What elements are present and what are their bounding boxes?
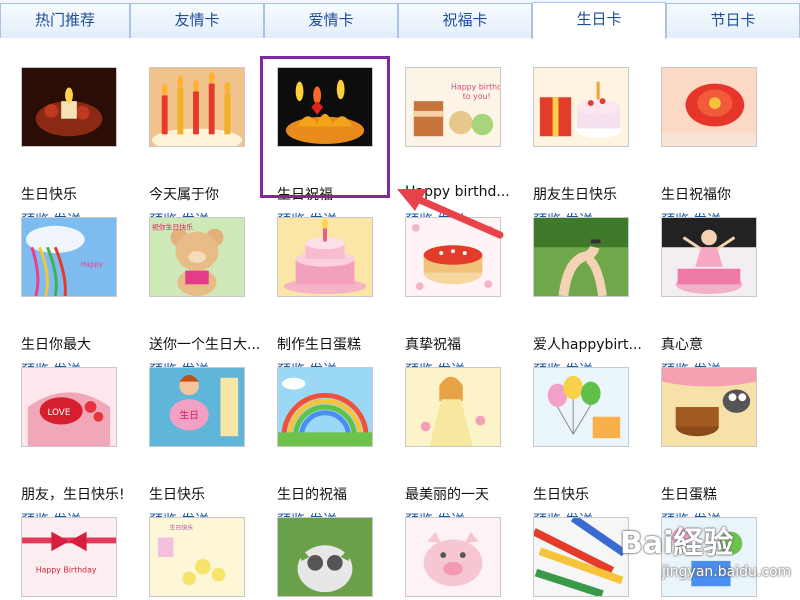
card-thumbnail[interactable]: 生日快乐 [149,517,245,597]
card-title: 生日祝福你 [661,187,731,203]
svg-text:Happy Birthday: Happy Birthday [36,566,97,575]
card-thumbnail[interactable] [405,517,501,597]
card-title: 生日蛋糕 [661,487,717,503]
card-thumbnail[interactable] [533,217,629,297]
card-title: 朋友，生日快乐! [21,487,125,503]
card-thumbnail[interactable] [277,67,373,147]
tab-friendship[interactable]: 友情卡 [130,3,264,38]
card-thumbnail[interactable] [533,367,629,447]
tab-hot[interactable]: 热门推荐 [0,3,130,38]
card-thumbnail[interactable]: Happy [21,217,117,297]
watermark: Bai経验 jingyan.baidu.com [612,508,800,600]
card-thumbnail[interactable]: Happy Birthday [21,517,117,597]
card-thumbnail[interactable] [277,367,373,447]
svg-text:Happy birthday: Happy birthday [451,82,500,91]
watermark-logo: Bai経验 [620,526,734,561]
card-thumbnail[interactable] [533,67,629,147]
card-thumbnail[interactable]: Happy birthdayto you! [405,67,501,147]
tab-birthday[interactable]: 生日卡 [532,2,666,39]
card-title: 真心意 [661,337,703,353]
svg-text:生日: 生日 [179,409,199,422]
card-thumbnail[interactable] [661,217,757,297]
card-title: 爱人happybirt... [533,337,642,353]
card-title: 生日祝福 [277,187,333,203]
card-title: 生日快乐 [149,487,205,503]
card-thumbnail[interactable] [277,517,373,597]
svg-text:祝你生日快乐: 祝你生日快乐 [152,223,193,232]
card-title: 朋友生日快乐 [533,187,617,203]
card-title: 生日快乐 [533,487,589,503]
card-title: 送你一个生日大... [149,337,261,353]
card-title: 最美丽的一天 [405,487,489,503]
card-title: 生日你最大 [21,337,91,353]
svg-text:LOVE: LOVE [47,408,70,418]
card-title: 生日快乐 [21,187,77,203]
svg-text:生日快乐: 生日快乐 [170,524,194,532]
card-thumbnail[interactable] [149,67,245,147]
tab-love[interactable]: 爱情卡 [264,3,398,38]
card-thumbnail[interactable]: 祝你生日快乐 [149,217,245,297]
card-thumbnail[interactable] [661,367,757,447]
pointer-arrow-icon [397,189,504,239]
card-title: 生日的祝福 [277,487,347,503]
card-thumbnail[interactable] [277,217,373,297]
card-thumbnail[interactable]: 生日 [149,367,245,447]
card-title: 真挚祝福 [405,337,461,353]
tab-holiday[interactable]: 节日卡 [666,3,800,38]
card-title: 制作生日蛋糕 [277,337,361,353]
svg-text:to you!: to you! [463,92,491,101]
card-thumbnail[interactable] [661,67,757,147]
card-thumbnail[interactable] [405,367,501,447]
card-thumbnail[interactable] [21,67,117,147]
card-title: 今天属于你 [149,187,219,203]
category-tab-bar: 热门推荐 友情卡 爱情卡 祝福卡 生日卡 节日卡 [0,0,800,39]
card-thumbnail[interactable]: LOVE [21,367,117,447]
svg-text:Happy: Happy [81,261,103,269]
tab-blessing[interactable]: 祝福卡 [398,3,532,38]
watermark-url: jingyan.baidu.com [662,564,792,580]
